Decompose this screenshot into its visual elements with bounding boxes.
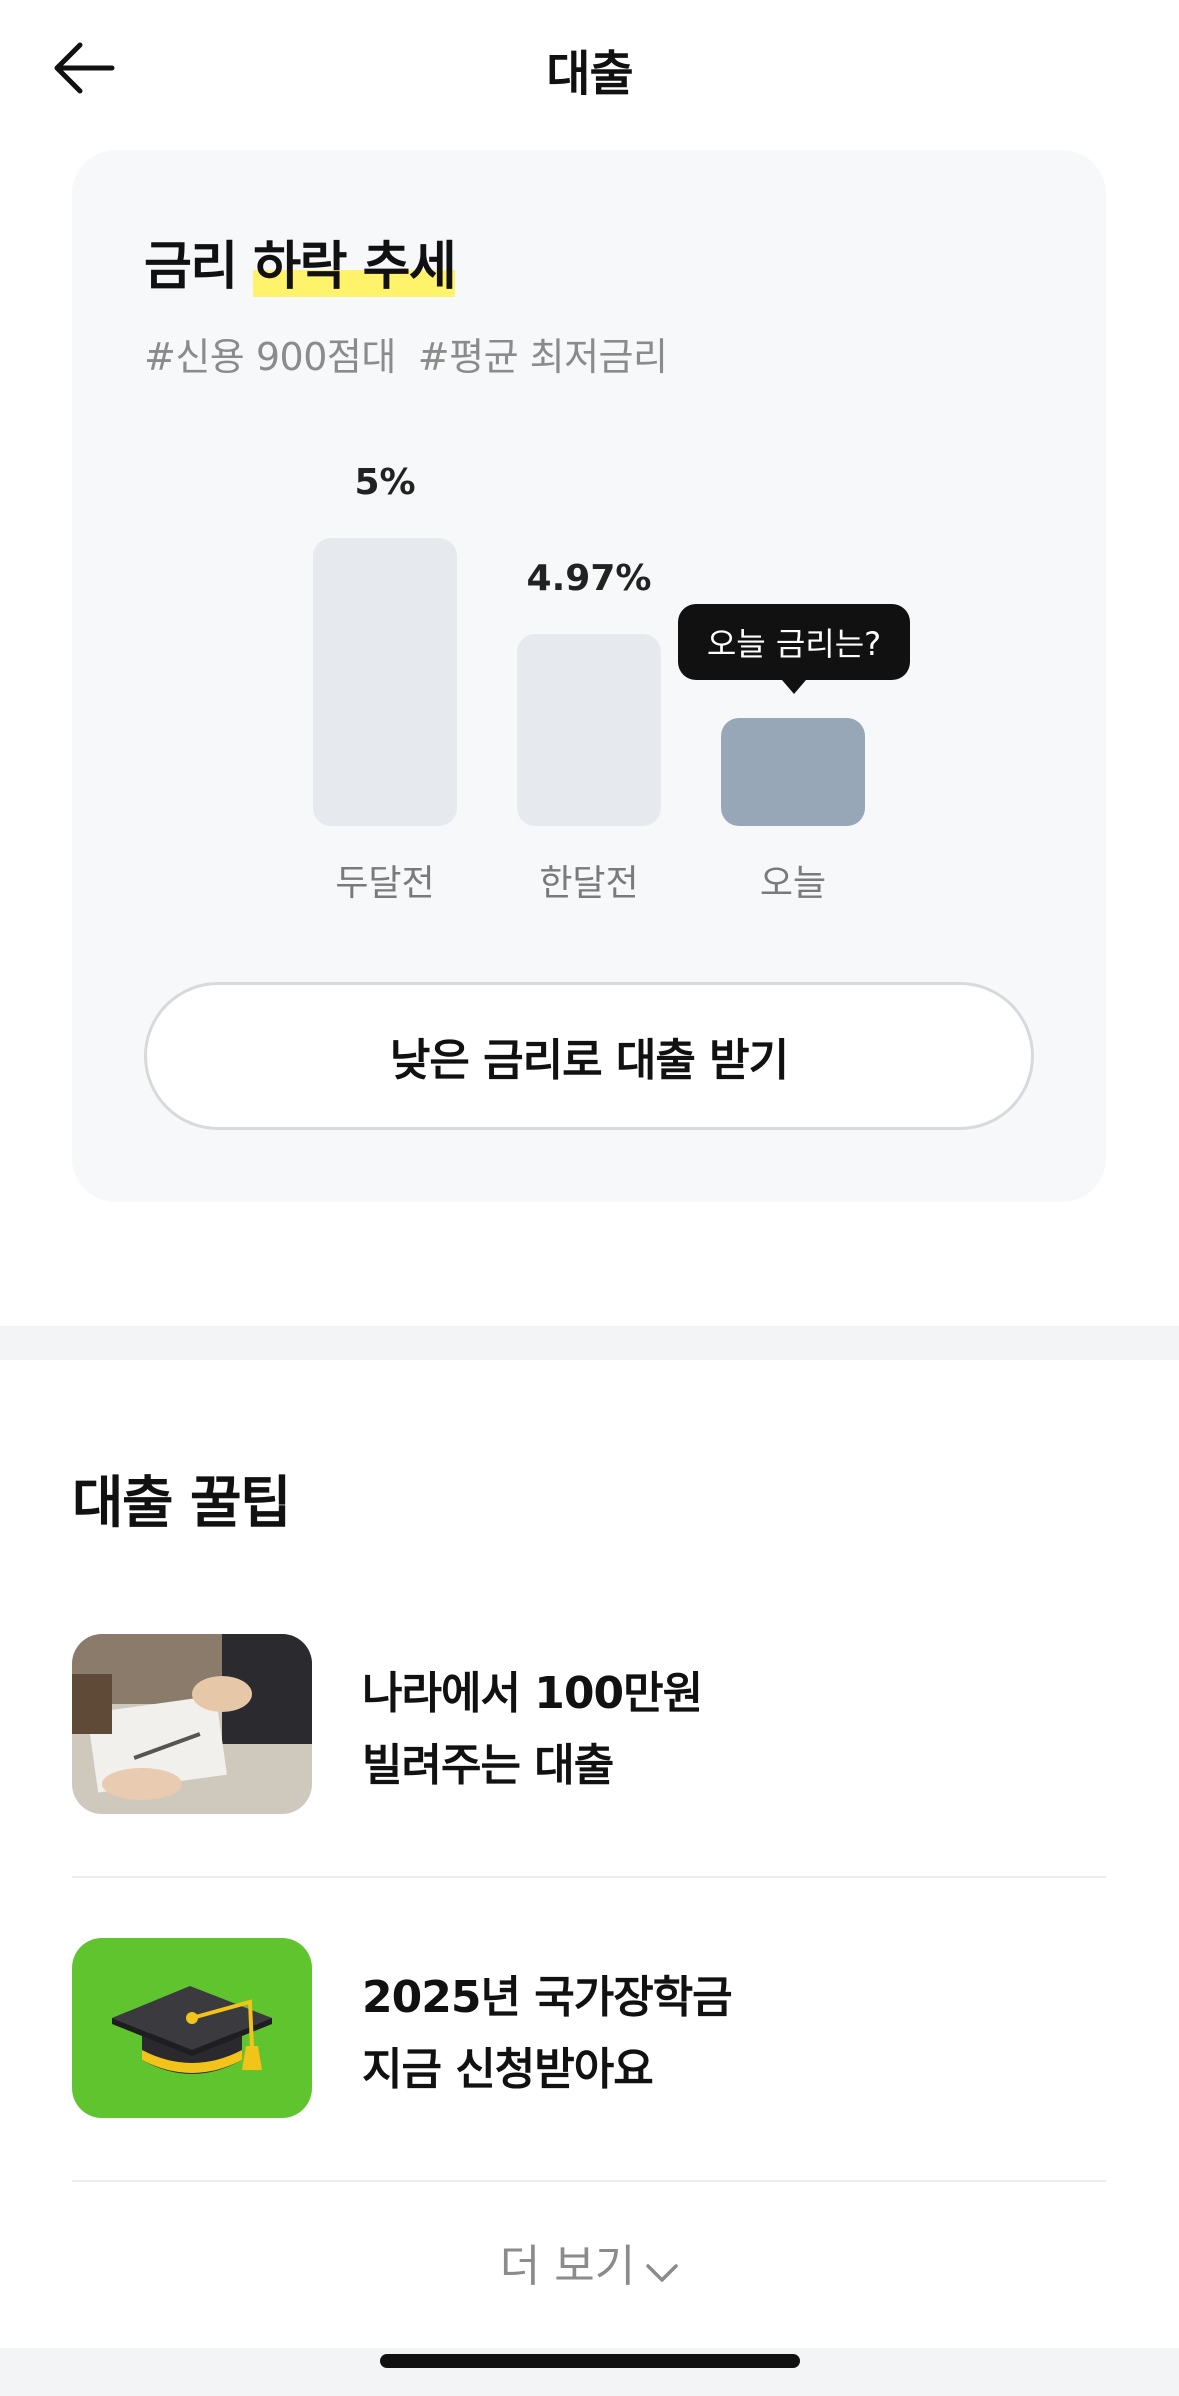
- bar-value-label: 5%: [354, 462, 416, 503]
- section-divider: [0, 1326, 1179, 1360]
- top-bar: 대출: [0, 0, 1179, 130]
- bar-value-label: 4.97%: [526, 558, 652, 599]
- low-rate-loan-button[interactable]: 낮은 금리로 대출 받기: [144, 982, 1034, 1130]
- tip-item-scholarship[interactable]: 2025년 국가장학금 지금 신청받아요: [72, 1938, 1106, 2118]
- chart-bar: [721, 718, 865, 826]
- graduation-cap-icon: [72, 1938, 312, 2118]
- office-handshake-photo: [72, 1634, 312, 1814]
- today-rate-tooltip: 오늘 금리는?: [678, 604, 910, 694]
- list-divider: [72, 1876, 1106, 1878]
- page-title: 대출: [546, 46, 633, 102]
- home-indicator: [380, 2354, 800, 2368]
- tip-text: 2025년 국가장학금 지금 신청받아요: [362, 1962, 733, 2106]
- rate-bar-chart: 5% 두달전 4.97% 한달전 오늘: [72, 150, 1106, 930]
- bar-category-label: 한달전: [539, 863, 639, 904]
- tip-item-loan[interactable]: 나라에서 100만원 빌려주는 대출: [72, 1634, 1106, 1814]
- tip-line2: 지금 신청받아요: [362, 2044, 654, 2095]
- chart-bar: [313, 538, 457, 826]
- tip-line2: 빌려주는 대출: [362, 1740, 614, 1791]
- bar-category-label: 두달전: [335, 863, 435, 904]
- chevron-down-icon: [645, 2244, 679, 2295]
- rate-trend-card: 금리 하락 추세 #신용 900점대 #평균 최저금리 5% 두달전 4.97% 한달전…: [72, 150, 1106, 1202]
- tip-line1: 2025년 국가장학금: [362, 1972, 733, 2023]
- tip-line1: 나라에서 100만원: [362, 1668, 703, 1719]
- tips-section-title: 대출 꿀팁: [72, 1471, 292, 1536]
- see-more-label: 더 보기: [499, 2241, 636, 2292]
- chart-bar: [517, 634, 661, 826]
- bar-category-label: 오늘: [759, 863, 827, 904]
- see-more-button[interactable]: 더 보기: [0, 2230, 1179, 2295]
- list-divider: [72, 2180, 1106, 2182]
- tip-text: 나라에서 100만원 빌려주는 대출: [362, 1658, 703, 1802]
